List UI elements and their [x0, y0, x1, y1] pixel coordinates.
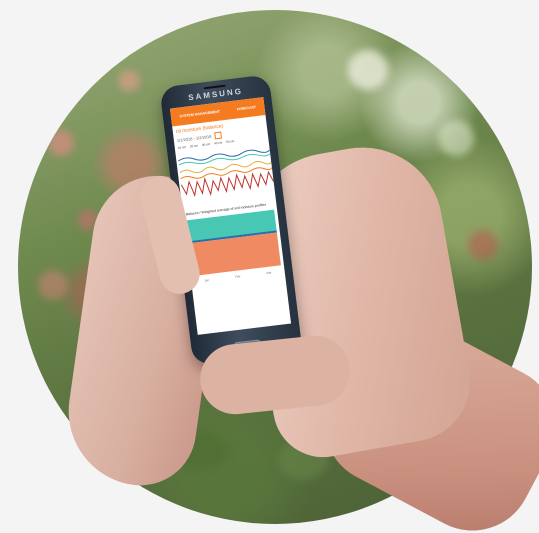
moisture-line-red	[180, 170, 275, 197]
bokeh-spot	[48, 130, 74, 156]
tab-forecast[interactable]: FORECAST	[237, 105, 257, 111]
moisture-line-blue	[178, 149, 271, 162]
axis-label: Feb	[234, 274, 241, 279]
bokeh-spot	[348, 50, 388, 90]
tab-system-management[interactable]: SYSTEM MANAGEMENT	[179, 110, 220, 119]
bokeh-spot	[468, 230, 498, 260]
bokeh-spot	[38, 270, 68, 300]
canvas: SAMSUNG SYSTEM MANAGEMENT FORECAST oil m…	[0, 0, 539, 533]
axis-label: Jan	[204, 278, 210, 283]
bokeh-spot	[118, 70, 140, 92]
moisture-line-yellow	[179, 160, 272, 174]
phone-screen[interactable]: SYSTEM MANAGEMENT FORECAST oil moisture …	[169, 97, 292, 335]
balance-band-chart	[186, 209, 281, 276]
bokeh-spot	[438, 120, 474, 156]
axis-label: Mar	[266, 270, 272, 276]
calendar-icon[interactable]	[213, 131, 222, 140]
